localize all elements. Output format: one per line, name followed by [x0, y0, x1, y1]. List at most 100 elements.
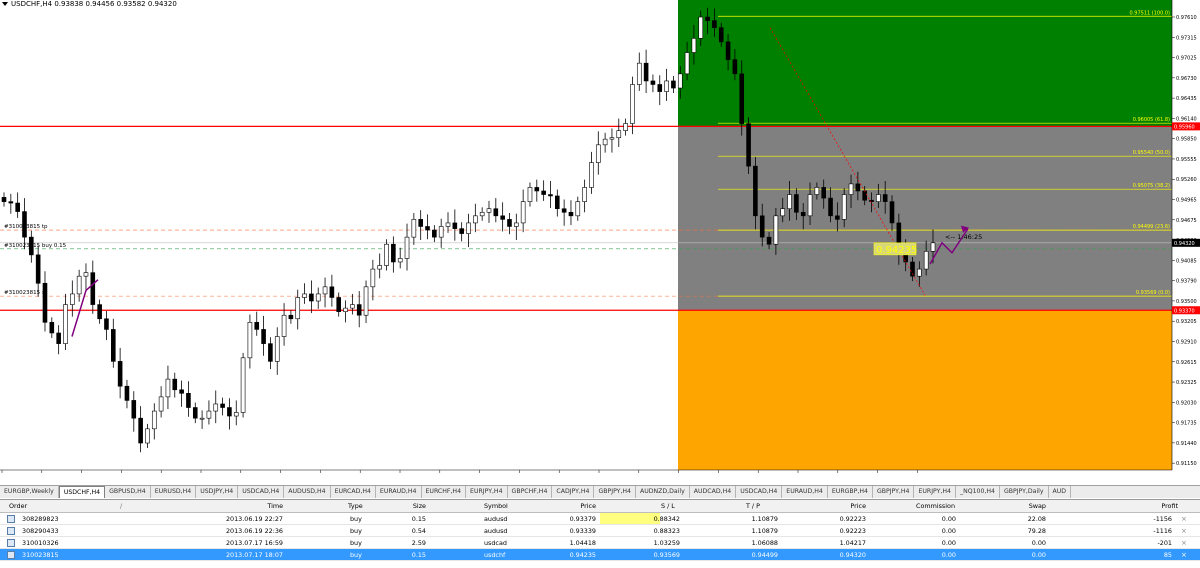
col-tp[interactable]: T / P	[746, 502, 760, 510]
candle-body	[309, 293, 314, 302]
chart-tab[interactable]: EURCAD,H4	[331, 486, 376, 498]
candle-body	[199, 417, 205, 420]
candle-body	[22, 211, 27, 238]
support-price-tag: 0.93370	[1174, 308, 1195, 314]
candle-body	[725, 41, 731, 60]
chart-tab[interactable]: GBPJPY,H4	[873, 486, 915, 498]
order-icon	[7, 515, 15, 523]
col-commission[interactable]: Commission	[910, 502, 955, 510]
cell-order: 308290433	[22, 527, 59, 535]
chart-tab[interactable]: EURUSD,H4	[151, 486, 197, 498]
chart-tab[interactable]: USDCHF,H4	[58, 486, 106, 498]
chevron-down-icon[interactable]	[2, 2, 8, 6]
candle-body	[684, 52, 690, 75]
candle-body	[186, 393, 191, 408]
chart-tab[interactable]: USDCAD,H4	[736, 486, 783, 498]
chart-tab[interactable]: EURGBP,Weekly	[0, 486, 59, 498]
candle-body	[541, 190, 546, 195]
candle-body	[179, 389, 184, 394]
trade-row[interactable]: 308289823 2013.06.19 22:27 buy 0.15 audusd 0.…	[0, 513, 1200, 525]
col-symbol[interactable]: Symbol	[484, 502, 508, 510]
candle-body	[438, 226, 444, 238]
candle-body	[705, 16, 710, 21]
candle-body	[739, 73, 745, 124]
trade-row[interactable]: 310010326 2013.07.17 16:59 buy 2.59 usdcad 1.…	[0, 537, 1200, 549]
price-chart[interactable]: #310023815 tp #310023815 buy 0.15 #3100238…	[0, 0, 1200, 473]
candle-body	[363, 286, 369, 316]
candle-body	[548, 194, 553, 197]
price-tick-label: 0.92030	[1176, 400, 1197, 406]
candle-body	[486, 208, 492, 213]
col-swap[interactable]: Swap	[1020, 502, 1046, 510]
chart-tab[interactable]: GBPJPY,Daily	[1000, 486, 1049, 498]
close-order-icon[interactable]: ×	[1181, 539, 1187, 547]
col-current-price[interactable]: Price	[840, 502, 866, 510]
candle-body	[227, 407, 232, 417]
cell-price: 0.93379	[569, 515, 596, 523]
candle-body	[411, 219, 417, 238]
candle-body	[650, 80, 656, 85]
chart-tab[interactable]: USDCAD,H4	[238, 486, 285, 498]
candle-body	[582, 187, 587, 202]
col-sl[interactable]: S / L	[661, 502, 675, 510]
candle-body	[828, 197, 833, 217]
col-profit[interactable]: Profit	[1150, 502, 1178, 510]
chart-tab[interactable]: CADJPY,H4	[552, 486, 595, 498]
col-order[interactable]: Order	[9, 502, 27, 510]
candle-body	[432, 229, 437, 238]
fib-level-label: 0.94499 (23.6)	[1133, 224, 1170, 230]
cell-commission: 0.00	[941, 527, 956, 535]
chart-tab[interactable]: EURAUD,H4	[376, 486, 422, 498]
chart-tab[interactable]: GBPJPY,H4	[594, 486, 636, 498]
cell-symbol: audusd	[484, 515, 508, 523]
chart-tab[interactable]: USDJPY,H4	[196, 486, 239, 498]
chart-tab[interactable]: AUDUSD,H4	[284, 486, 331, 498]
candle-body	[220, 403, 225, 408]
candle-body	[923, 251, 929, 270]
candle-body	[841, 194, 847, 220]
resistance-price-tag: 0.95960	[1174, 124, 1195, 130]
chart-tab[interactable]: GBPUSD,H4	[105, 486, 151, 498]
price-tick-label: 0.97610	[1176, 15, 1197, 21]
cell-time: 2013.07.17 16:59	[225, 539, 283, 547]
candle-body	[117, 361, 123, 387]
close-order-icon[interactable]: ×	[1181, 551, 1187, 559]
chart-tab[interactable]: _NQ100,H4	[956, 486, 1000, 498]
chart-canvas[interactable]: #310023815 tp#310023815 buy 0.15#3100238…	[0, 0, 1200, 473]
chart-tab[interactable]: AUDNZD,Daily	[636, 486, 690, 498]
chart-tab[interactable]: EURGBP,H4	[828, 486, 873, 498]
candle-body	[876, 194, 881, 202]
col-type[interactable]: Type	[348, 502, 363, 510]
candle-body	[377, 265, 382, 270]
chart-tab[interactable]: EURAUD,H4	[782, 486, 828, 498]
candle-body	[192, 407, 198, 419]
candle-body	[527, 187, 533, 202]
candle-body	[466, 222, 471, 234]
cell-commission: 0.00	[941, 515, 956, 523]
candle-body	[473, 215, 478, 224]
close-order-icon[interactable]: ×	[1181, 515, 1187, 523]
chart-tab[interactable]: EURJPY,H4	[914, 486, 956, 498]
trade-row[interactable]: 308290433 2013.06.19 22:36 buy 0.54 audusd 0.…	[0, 525, 1200, 537]
close-order-icon[interactable]: ×	[1181, 527, 1187, 535]
chart-tab[interactable]: EURJPY,H4	[466, 486, 508, 498]
col-size[interactable]: Size	[400, 502, 426, 510]
chart-tab[interactable]: GBPCHF,H4	[508, 486, 553, 498]
col-time[interactable]: Time	[230, 502, 283, 510]
chart-tab[interactable]: EURCHF,H4	[422, 486, 467, 498]
cell-swap: 22.08	[1027, 515, 1046, 523]
cell-price: 0.93339	[569, 527, 596, 535]
price-tick-label: 0.96435	[1176, 96, 1197, 102]
candle-body	[807, 194, 813, 217]
candle-body	[732, 59, 738, 75]
cell-size: 0.15	[411, 551, 426, 559]
candle-body	[609, 137, 615, 140]
cell-sl: 1.03259	[653, 539, 680, 547]
candle-body	[534, 187, 540, 192]
chart-tab[interactable]: AUDCAD,H4	[690, 486, 737, 498]
chart-tab[interactable]: AUD	[1049, 486, 1072, 498]
trade-row[interactable]: 310023815 2013.07.17 18:07 buy 0.15 usdchf 0.…	[0, 549, 1200, 561]
candle-body	[138, 417, 143, 444]
price-tick-label: 0.91440	[1176, 441, 1197, 447]
col-price[interactable]: Price	[570, 502, 596, 510]
